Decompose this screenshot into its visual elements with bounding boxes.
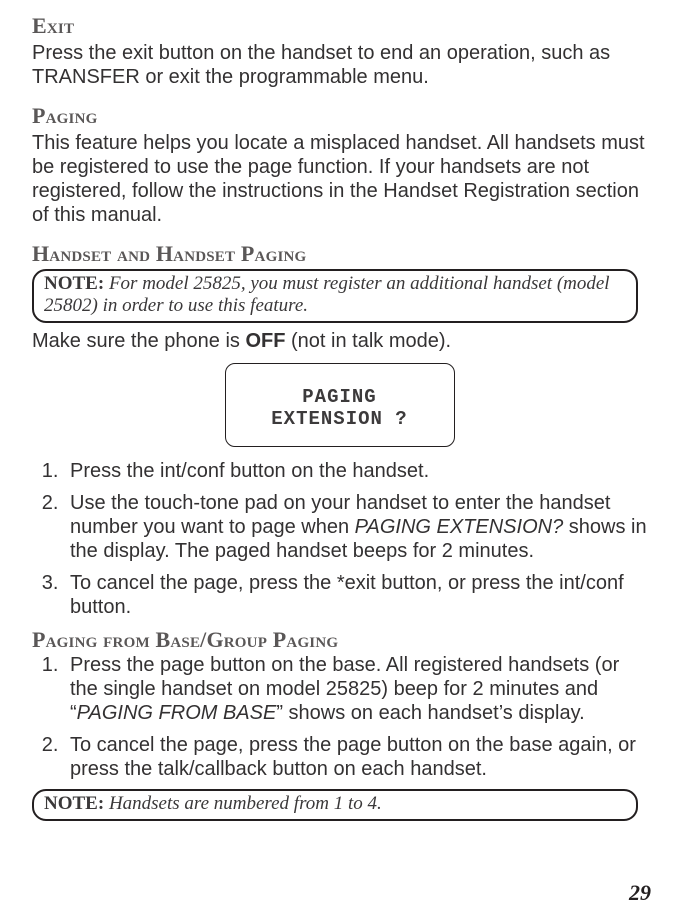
list-item: Press the page button on the base. All r… — [64, 653, 647, 725]
base-paging-steps: Press the page button on the base. All r… — [32, 653, 647, 781]
body-exit: Press the exit button on the handset to … — [32, 41, 647, 89]
list-item: To cancel the page, press the *exit butt… — [64, 571, 647, 619]
manual-page: Exit Press the exit button on the handse… — [0, 0, 675, 922]
heading-exit: Exit — [32, 13, 647, 39]
lcd-display: PAGING EXTENSION ? — [225, 363, 455, 447]
page-number: 29 — [629, 880, 651, 906]
bp-step1-ital: PAGING FROM BASE — [77, 702, 277, 724]
note-box-base: NOTE: Handsets are numbered from 1 to 4. — [32, 789, 638, 821]
body-paging: This feature helps you locate a misplace… — [32, 131, 647, 227]
list-item: Press the int/conf button on the handset… — [64, 459, 647, 483]
lcd-line-2: EXTENSION ? — [271, 408, 407, 430]
off-check-line: Make sure the phone is OFF (not in talk … — [32, 329, 647, 353]
note-body: Handsets are numbered from 1 to 4. — [104, 793, 382, 814]
list-item: Use the touch-tone pad on your handset t… — [64, 491, 647, 563]
heading-paging: Paging — [32, 103, 647, 129]
heading-handset-paging: Handset and Handset Paging — [32, 241, 647, 267]
note-label: NOTE: — [44, 273, 104, 294]
note-box-handset: NOTE: For model 25825, you must register… — [32, 269, 638, 323]
heading-base-paging: Paging from Base/Group Paging — [32, 627, 647, 653]
handset-paging-steps: Press the int/conf button on the handset… — [32, 459, 647, 619]
lcd-line-1: PAGING — [302, 386, 376, 408]
note-text-base: NOTE: Handsets are numbered from 1 to 4. — [44, 793, 626, 815]
note-label: NOTE: — [44, 793, 104, 814]
off-pre: Make sure the phone is — [32, 330, 245, 352]
note-text-handset: NOTE: For model 25825, you must register… — [44, 273, 626, 317]
bp-step1-post: ” shows on each handset’s display. — [276, 702, 584, 724]
step2-ital: PAGING EXTENSION? — [355, 516, 564, 538]
note-body: For model 25825, you must register an ad… — [44, 273, 610, 316]
off-bold: OFF — [245, 330, 285, 352]
off-post: (not in talk mode). — [285, 330, 451, 352]
list-item: To cancel the page, press the page butto… — [64, 733, 647, 781]
